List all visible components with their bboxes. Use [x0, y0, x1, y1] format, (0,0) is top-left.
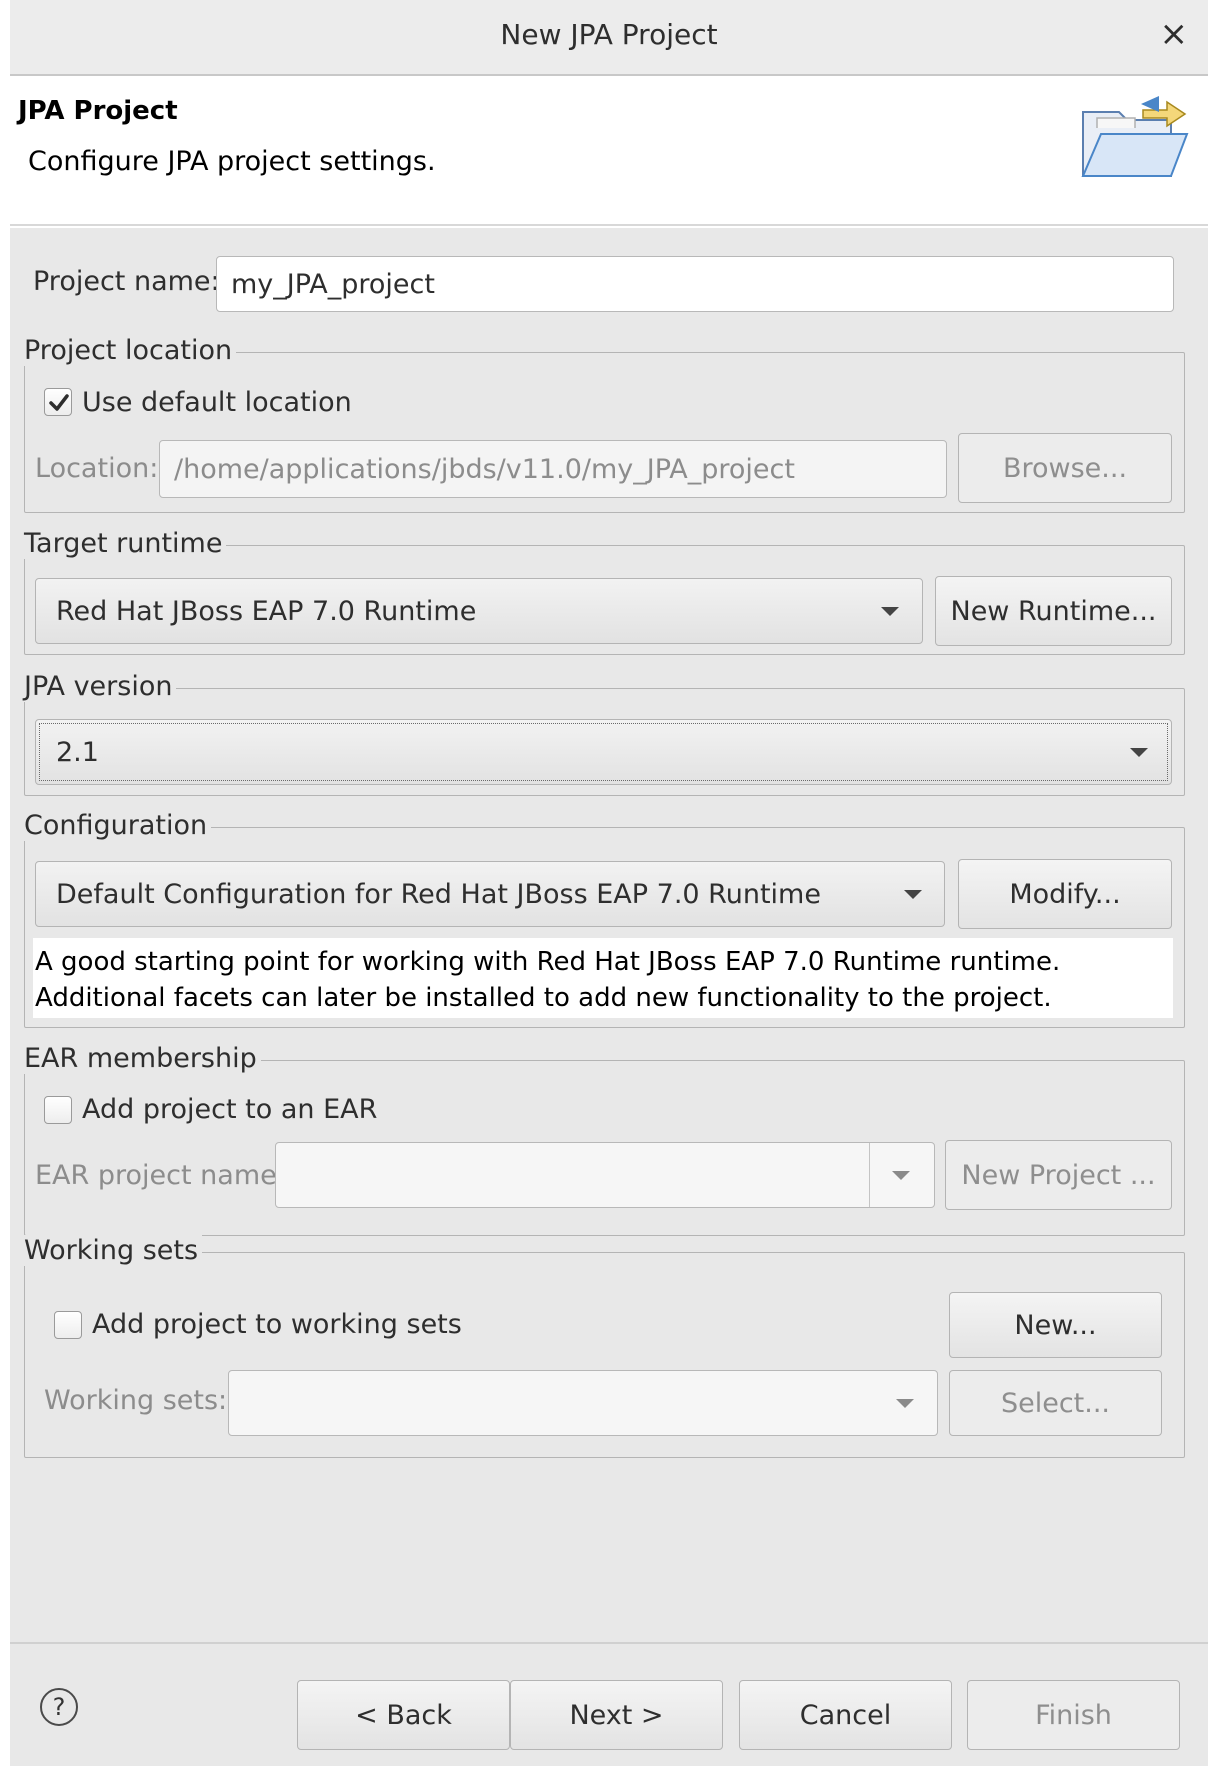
select-working-sets-button[interactable]: Select... [949, 1370, 1162, 1436]
ear-project-name-combo[interactable] [275, 1142, 935, 1208]
new-runtime-button[interactable]: New Runtime... [935, 576, 1172, 646]
project-name-input[interactable]: my_JPA_project [216, 256, 1174, 312]
target-runtime-legend: Target runtime [24, 528, 227, 559]
help-icon[interactable]: ? [40, 1688, 78, 1726]
ear-membership-legend: EAR membership [24, 1043, 261, 1074]
back-button[interactable]: < Back [297, 1680, 510, 1750]
new-ear-project-button[interactable]: New Project ... [945, 1140, 1172, 1210]
chevron-down-icon [881, 607, 899, 616]
add-to-working-sets-checkbox[interactable] [54, 1311, 82, 1339]
use-default-location-label[interactable]: Use default location [82, 387, 352, 418]
location-input[interactable]: /home/applications/jbds/v11.0/my_JPA_pro… [159, 440, 947, 498]
project-location-legend: Project location [24, 335, 237, 366]
chevron-down-icon [892, 1171, 910, 1180]
project-name-label: Project name: [33, 266, 220, 297]
working-sets-legend: Working sets [24, 1235, 203, 1266]
jpa-version-selected: 2.1 [56, 736, 99, 768]
checkmark-icon [49, 394, 69, 411]
working-sets-combo[interactable] [228, 1370, 938, 1436]
working-sets-label: Working sets: [44, 1385, 228, 1416]
location-label: Location: [35, 453, 159, 484]
footer-separator [10, 1642, 1208, 1644]
new-working-set-button[interactable]: New... [949, 1292, 1162, 1358]
configuration-description: A good starting point for working with R… [33, 938, 1173, 1018]
ear-project-name-label: EAR project name: [35, 1160, 286, 1191]
add-to-working-sets-label[interactable]: Add project to working sets [92, 1309, 462, 1340]
close-icon[interactable]: × [1160, 14, 1189, 54]
add-to-ear-checkbox[interactable] [44, 1096, 72, 1124]
next-button[interactable]: Next > [510, 1680, 723, 1750]
finish-button[interactable]: Finish [967, 1680, 1180, 1750]
chevron-down-icon [904, 890, 922, 899]
configuration-selected: Default Configuration for Red Hat JBoss … [56, 878, 821, 910]
dialog-title-bar: New JPA Project × [10, 0, 1208, 76]
browse-button[interactable]: Browse... [958, 433, 1172, 503]
chevron-down-icon [896, 1399, 914, 1408]
wizard-page-title: JPA Project [18, 96, 178, 126]
location-value: /home/applications/jbds/v11.0/my_JPA_pro… [174, 453, 795, 485]
configuration-dropdown[interactable]: Default Configuration for Red Hat JBoss … [35, 861, 945, 927]
target-runtime-selected: Red Hat JBoss EAP 7.0 Runtime [56, 595, 477, 627]
folder-open-icon [1081, 96, 1189, 177]
chevron-down-icon [1130, 748, 1148, 757]
add-to-ear-label[interactable]: Add project to an EAR [82, 1094, 377, 1125]
jpa-version-legend: JPA version [24, 671, 177, 702]
target-runtime-dropdown[interactable]: Red Hat JBoss EAP 7.0 Runtime [35, 578, 923, 644]
combo-divider [869, 1143, 870, 1207]
project-name-value: my_JPA_project [231, 268, 435, 300]
configuration-legend: Configuration [24, 810, 212, 841]
use-default-location-checkbox[interactable] [44, 388, 72, 416]
jpa-version-dropdown[interactable]: 2.1 [35, 719, 1172, 785]
wizard-header: JPA Project Configure JPA project settin… [10, 78, 1208, 226]
dialog-title: New JPA Project [500, 18, 718, 51]
cancel-button[interactable]: Cancel [739, 1680, 952, 1750]
modify-button[interactable]: Modify... [958, 859, 1172, 929]
wizard-page-description: Configure JPA project settings. [28, 146, 436, 177]
